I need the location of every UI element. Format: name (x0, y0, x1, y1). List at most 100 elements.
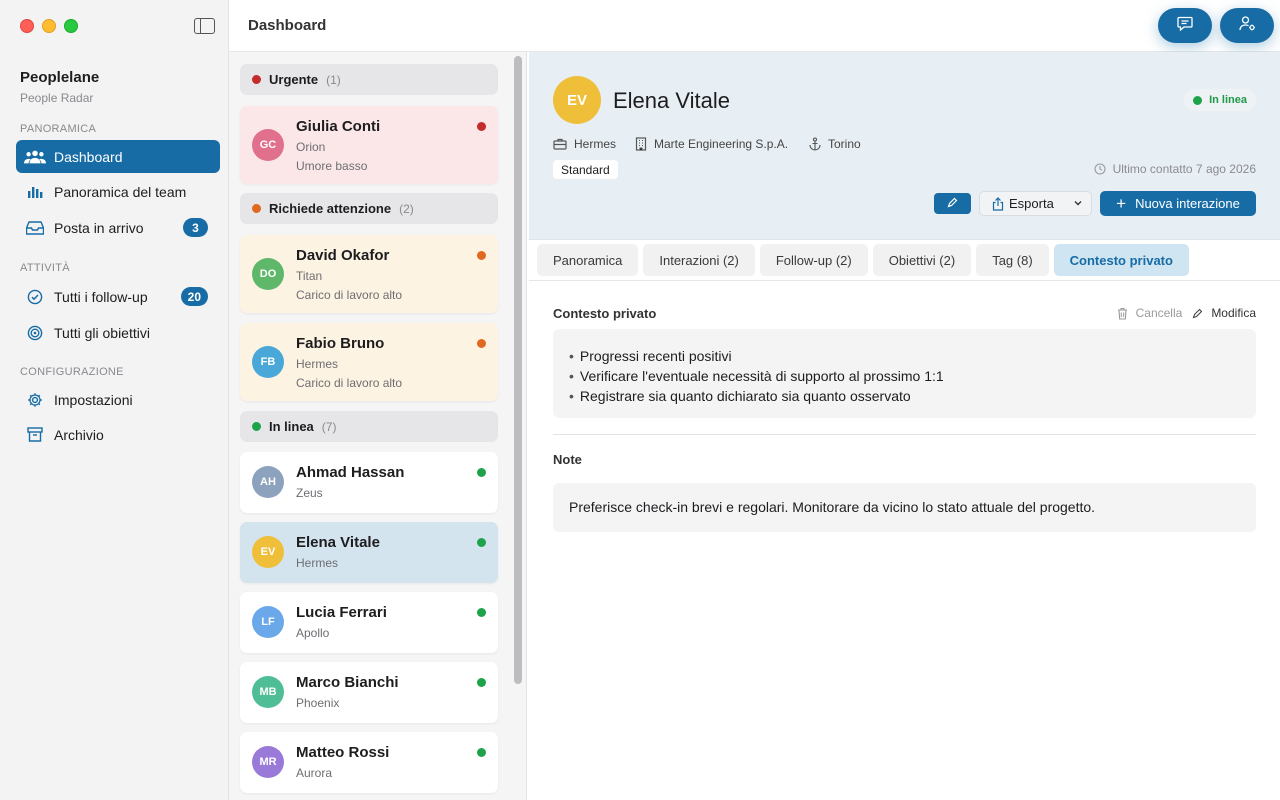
check-circle-icon (24, 288, 46, 306)
edit-context-button[interactable]: Modifica (1192, 306, 1256, 320)
notes-box: Preferisce check-in brevi e regolari. Mo… (553, 483, 1256, 532)
status-dot (477, 251, 486, 260)
tab-goals[interactable]: Obiettivi (2) (872, 244, 972, 276)
app-name: Peoplelane (20, 69, 100, 86)
sidebar: Peoplelane People Radar PANORAMICA Dashb… (0, 0, 229, 800)
location-label: Torino (828, 137, 861, 151)
sidebar-toggle-icon[interactable] (194, 18, 215, 34)
minimize-window-button[interactable] (42, 19, 56, 33)
tab-private-context[interactable]: Contesto privato (1053, 244, 1189, 276)
section-label-configurazione: CONFIGURAZIONE (20, 366, 124, 378)
person-card[interactable]: MB Marco Bianchi Phoenix (240, 662, 498, 723)
close-window-button[interactable] (20, 19, 34, 33)
sidebar-item-follow-ups[interactable]: Tutti i follow-up 20 (16, 280, 220, 313)
person-team: Titan (296, 269, 323, 283)
status-dot (477, 468, 486, 477)
user-settings-button[interactable] (1220, 8, 1274, 43)
zoom-window-button[interactable] (64, 19, 78, 33)
sidebar-item-label: Impostazioni (54, 391, 133, 408)
avatar: EV (553, 76, 601, 124)
building-icon (635, 137, 647, 151)
group-label: Richiede attenzione (269, 201, 392, 216)
plus-icon: + (1116, 194, 1127, 213)
person-card[interactable]: FB Fabio Bruno Hermes Carico di lavoro a… (240, 323, 498, 401)
notes-title: Note (553, 452, 582, 467)
sidebar-item-label: Tutti i follow-up (54, 288, 148, 305)
people-list: Urgente (1) GC Giulia Conti Orion Umore … (229, 52, 527, 800)
person-name: Ahmad Hassan (296, 464, 405, 481)
export-button[interactable]: Esporta (979, 191, 1092, 216)
sidebar-item-settings[interactable]: Impostazioni (16, 383, 220, 416)
avatar: AH (252, 466, 284, 498)
meta-team: Hermes (553, 137, 616, 151)
meta-location: Torino (809, 137, 861, 151)
company-label: Marte Engineering S.p.A. (654, 137, 789, 151)
tab-follow-ups[interactable]: Follow-up (2) (759, 244, 868, 276)
person-team: Orion (296, 140, 326, 154)
delete-button[interactable]: Cancella (1117, 306, 1182, 320)
notes-text: Preferisce check-in brevi e regolari. Mo… (569, 499, 1096, 515)
group-count: (2) (399, 201, 414, 216)
group-header-online[interactable]: In linea (7) (240, 411, 498, 442)
section-label-panoramica: PANORAMICA (20, 123, 97, 135)
share-icon (992, 196, 1004, 211)
gear-icon (24, 391, 46, 409)
avatar: MB (252, 676, 284, 708)
status-dot (477, 748, 486, 757)
pencil-icon (1192, 308, 1203, 319)
tab-tags[interactable]: Tag (8) (976, 244, 1049, 276)
person-team: Apollo (296, 626, 330, 640)
person-team: Aurora (296, 766, 333, 780)
edit-person-button[interactable] (934, 193, 971, 214)
sidebar-item-dashboard[interactable]: Dashboard (16, 140, 220, 173)
list-item: Progressi recenti positivi (569, 346, 1240, 366)
clock-icon (1094, 163, 1106, 175)
person-name: David Okafor (296, 247, 390, 264)
person-card-selected[interactable]: EV Elena Vitale Hermes (240, 522, 498, 583)
briefcase-icon (553, 138, 567, 150)
online-status-dot (252, 422, 261, 431)
person-card[interactable]: DO David Okafor Titan Carico di lavoro a… (240, 235, 498, 313)
tab-overview[interactable]: Panoramica (537, 244, 639, 276)
section-label-attivita: ATTIVITÀ (20, 262, 70, 274)
status-dot (477, 608, 486, 617)
chat-bubble-icon (1177, 16, 1193, 36)
messages-button[interactable] (1158, 8, 1212, 43)
pencil-icon (947, 195, 958, 213)
sidebar-item-archive[interactable]: Archivio (16, 418, 220, 451)
status-label: In linea (1209, 94, 1247, 106)
avatar: MR (252, 746, 284, 778)
sidebar-item-inbox[interactable]: Posta in arrivo 3 (16, 211, 220, 244)
export-label: Esporta (1009, 196, 1054, 211)
avatar: FB (252, 346, 284, 378)
new-interaction-button[interactable]: + Nuova interazione (1100, 191, 1256, 216)
private-context-list: Progressi recenti positivi Verificare l'… (553, 329, 1256, 423)
sidebar-item-goals[interactable]: Tutti gli obiettivi (16, 316, 220, 349)
person-card[interactable]: MR Matteo Rossi Aurora (240, 732, 498, 793)
section-divider (553, 434, 1256, 435)
person-team: Hermes (296, 357, 339, 371)
person-note: Umore basso (296, 159, 368, 173)
urgent-status-dot (252, 75, 261, 84)
private-context-title: Contesto privato (553, 306, 657, 321)
anchor-icon (809, 137, 821, 151)
last-contact: Ultimo contatto 7 ago 2026 (1094, 162, 1256, 176)
person-card[interactable]: LF Lucia Ferrari Apollo (240, 592, 498, 653)
group-header-urgent[interactable]: Urgente (1) (240, 64, 498, 95)
person-card[interactable]: GC Giulia Conti Orion Umore basso (240, 106, 498, 184)
sidebar-item-label: Tutti gli obiettivi (54, 324, 150, 341)
chevron-down-icon[interactable] (1073, 197, 1083, 212)
group-header-attention[interactable]: Richiede attenzione (2) (240, 193, 498, 224)
inbox-icon (24, 219, 46, 237)
person-card[interactable]: AH Ahmad Hassan Zeus (240, 452, 498, 513)
follow-ups-count-badge: 20 (180, 287, 208, 306)
team-label: Hermes (574, 137, 617, 151)
sidebar-item-team-overview[interactable]: Panoramica del team (16, 175, 220, 208)
group-count: (7) (321, 419, 337, 434)
page-title: Dashboard (248, 17, 327, 34)
person-name: Lucia Ferrari (296, 604, 387, 621)
app-subtitle: People Radar (20, 91, 94, 105)
tab-interactions[interactable]: Interazioni (2) (643, 244, 755, 276)
list-scrollbar[interactable] (514, 56, 522, 684)
profile-header: EV Elena Vitale In linea Hermes Marte En… (529, 52, 1280, 240)
